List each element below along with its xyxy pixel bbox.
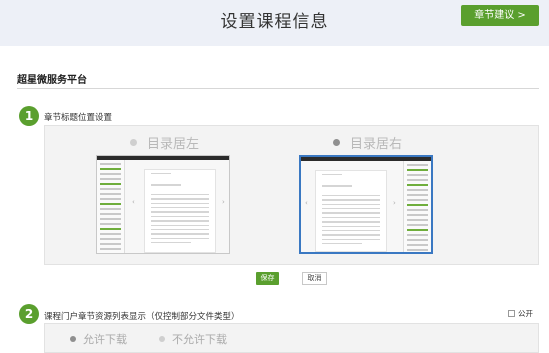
public-label: 公开 (518, 309, 533, 318)
option-allow-download[interactable]: 允许下载 (70, 331, 127, 347)
section2-label: 课程门户章节资源列表显示（仅控制部分文件类型） (44, 312, 240, 322)
cancel-button[interactable]: 取消 (302, 272, 327, 285)
save-button[interactable]: 保存 (256, 272, 279, 285)
option-allow-download-label: 允许下载 (83, 333, 127, 346)
radio-allow-download[interactable] (70, 336, 76, 342)
option-toc-left-label: 目录居左 (147, 137, 200, 152)
step-badge-2: 2 (19, 304, 39, 324)
preview-sidebar (403, 161, 431, 252)
option-toc-right[interactable]: 目录居右 (333, 133, 402, 152)
divider (17, 88, 539, 89)
checkbox-icon[interactable] (508, 309, 515, 317)
preview-document (315, 170, 387, 252)
prev-arrow-icon: ‹ (132, 198, 135, 206)
next-arrow-icon: › (393, 199, 396, 207)
chapter-suggestion-button[interactable]: 章节建议 > (461, 5, 539, 26)
platform-title: 超星微服务平台 (17, 75, 87, 86)
page-header: 设置课程信息 章节建议 > (0, 0, 549, 46)
option-disallow-download-label: 不允许下载 (172, 333, 227, 346)
step-badge-1: 1 (19, 106, 39, 126)
preview-document (144, 169, 216, 253)
option-toc-left[interactable]: 目录居左 (130, 133, 199, 152)
radio-toc-right[interactable] (333, 139, 340, 146)
option-toc-right-label: 目录居右 (350, 137, 403, 152)
preview-sidebar (97, 160, 125, 253)
next-arrow-icon: › (222, 198, 225, 206)
prev-arrow-icon: ‹ (305, 199, 308, 207)
radio-disallow-download[interactable] (159, 336, 165, 342)
option-disallow-download[interactable]: 不允许下载 (159, 331, 227, 347)
public-checkbox[interactable]: 公开 (508, 308, 533, 319)
section1-label: 章节标题位置设置 (44, 113, 113, 123)
radio-toc-left[interactable] (130, 139, 137, 146)
preview-toc-left[interactable]: ‹ › (96, 155, 230, 254)
preview-toc-right[interactable]: ‹ › (299, 155, 433, 254)
